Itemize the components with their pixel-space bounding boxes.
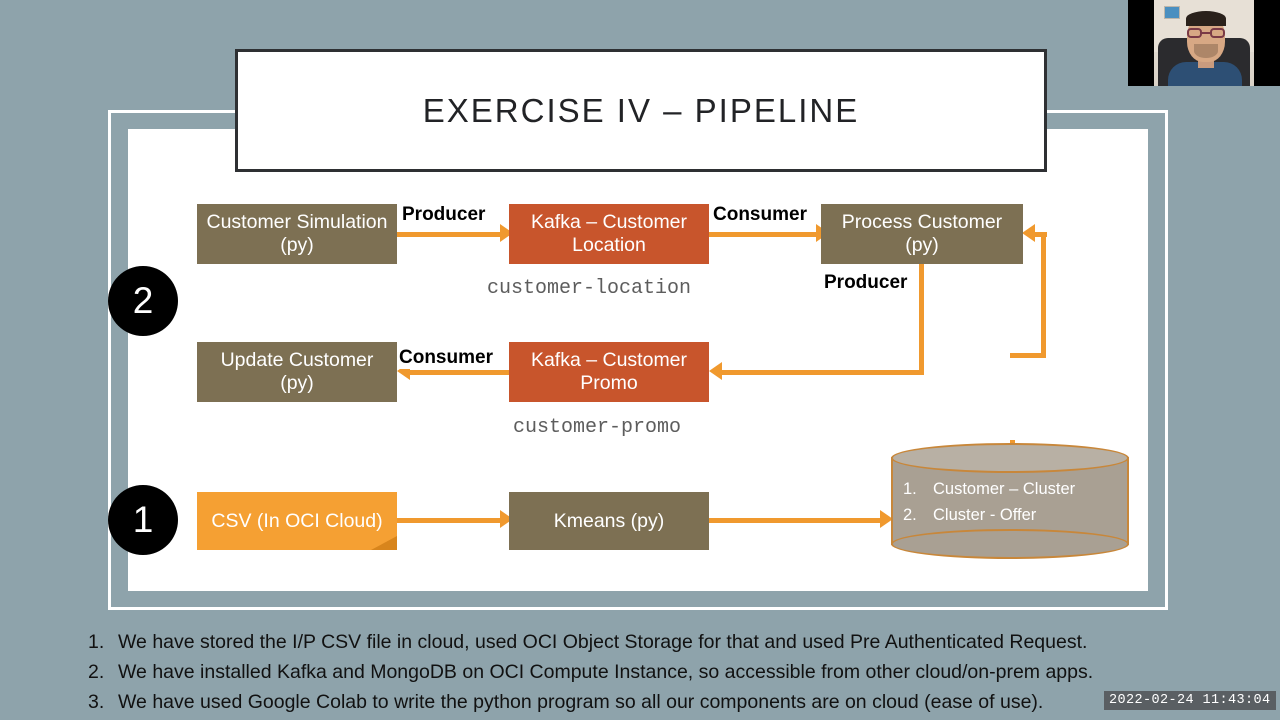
connector-process-to-kafka-promo bbox=[722, 370, 924, 375]
connector-kafka-promo-to-update bbox=[410, 370, 510, 375]
page-title: EXERCISE IV – PIPELINE bbox=[422, 91, 860, 129]
connector-label-producer-1: Producer bbox=[401, 204, 487, 226]
list-item: 3. We have used Google Colab to write th… bbox=[88, 687, 1268, 717]
list-item-number: 2. bbox=[88, 661, 105, 684]
list-item-text: We have used Google Colab to write the p… bbox=[118, 691, 1044, 714]
connector-db-to-process bbox=[1035, 232, 1047, 237]
glasses-icon bbox=[1186, 28, 1226, 38]
webcam-person-hair bbox=[1186, 11, 1226, 26]
node-kafka-customer-location-label: Kafka – Customer Location bbox=[530, 211, 688, 256]
connector-process-down bbox=[919, 263, 924, 375]
webcam-person-beard bbox=[1194, 44, 1218, 58]
connector-csv-to-kmeans bbox=[397, 518, 503, 523]
list-item: 2. We have installed Kafka and MongoDB o… bbox=[88, 657, 1268, 687]
list-item: 2. Cluster - Offer bbox=[891, 503, 1129, 529]
webcam-video-feed[interactable] bbox=[1128, 0, 1280, 86]
list-item-number: 1. bbox=[88, 631, 105, 653]
notes-list: 1. We have stored the I/P CSV file in cl… bbox=[88, 627, 1268, 718]
webcam-scene bbox=[1154, 0, 1254, 86]
list-item-text: We have stored the I/P CSV file in cloud… bbox=[118, 631, 1088, 653]
step-badge-2: 2 bbox=[108, 266, 178, 336]
topic-label-customer-promo: customer-promo bbox=[513, 416, 682, 439]
list-item-label: Customer – Cluster bbox=[933, 480, 1076, 498]
step-badge-1-label: 1 bbox=[132, 499, 154, 540]
slide-title-box: EXERCISE IV – PIPELINE bbox=[235, 49, 1047, 172]
node-customer-simulation-label: Customer Simulation (py) bbox=[206, 211, 388, 256]
database-collection-list: 1. Customer – Cluster 2. Cluster - Offer bbox=[891, 477, 1129, 528]
list-item: 1. Customer – Cluster bbox=[891, 477, 1129, 503]
step-badge-1: 1 bbox=[108, 485, 178, 555]
connector-sim-to-kafka-location bbox=[397, 232, 503, 237]
list-item-number: 3. bbox=[88, 691, 105, 714]
list-item-number: 2. bbox=[903, 505, 917, 524]
node-kmeans-label: Kmeans (py) bbox=[553, 509, 665, 532]
webcam-monitor-icon bbox=[1164, 6, 1180, 19]
arrowhead-process-to-kafka-promo bbox=[709, 362, 722, 380]
node-kafka-customer-promo[interactable]: Kafka – Customer Promo bbox=[509, 342, 709, 402]
list-item: 1. We have stored the I/P CSV file in cl… bbox=[88, 627, 1268, 657]
connector-label-producer-2: Producer bbox=[823, 272, 909, 294]
node-update-customer[interactable]: Update Customer (py) bbox=[197, 342, 397, 402]
node-process-customer-label: Process Customer (py) bbox=[841, 211, 1003, 256]
topic-label-customer-location: customer-location bbox=[487, 277, 692, 300]
timestamp-overlay: 2022-02-24 11:43:04 bbox=[1104, 691, 1276, 710]
connector-label-consumer-1: Consumer bbox=[712, 204, 808, 226]
list-item-label: Cluster - Offer bbox=[933, 505, 1037, 524]
glasses-right-lens bbox=[1210, 28, 1225, 38]
connector-kmeans-to-database bbox=[709, 518, 884, 523]
node-customer-simulation[interactable]: Customer Simulation (py) bbox=[197, 204, 397, 264]
database-bottom-ellipse bbox=[891, 529, 1129, 559]
connector-label-consumer-2: Consumer bbox=[398, 347, 494, 369]
arrowhead-db-to-process bbox=[1022, 224, 1035, 242]
node-kmeans[interactable]: Kmeans (py) bbox=[509, 492, 709, 550]
step-badge-2-label: 2 bbox=[132, 280, 154, 321]
database-top-ellipse bbox=[891, 443, 1129, 473]
node-process-customer[interactable]: Process Customer (py) bbox=[821, 204, 1023, 264]
node-update-customer-label: Update Customer (py) bbox=[220, 349, 374, 394]
glasses-left-lens bbox=[1187, 28, 1202, 38]
glasses-bridge bbox=[1202, 32, 1210, 34]
list-item-number: 1. bbox=[903, 480, 917, 498]
connector-db-riser bbox=[1041, 232, 1046, 356]
node-kafka-customer-location[interactable]: Kafka – Customer Location bbox=[509, 204, 709, 264]
database-cylinder[interactable]: 1. Customer – Cluster 2. Cluster - Offer bbox=[891, 443, 1129, 559]
node-kafka-customer-promo-label: Kafka – Customer Promo bbox=[530, 349, 688, 394]
node-csv-in-oci-cloud[interactable]: CSV (In OCI Cloud) bbox=[197, 492, 397, 550]
node-csv-in-oci-cloud-label: CSV (In OCI Cloud) bbox=[211, 509, 383, 532]
list-item-text: We have installed Kafka and MongoDB on O… bbox=[118, 661, 1094, 684]
connector-kafka-location-to-process bbox=[709, 232, 819, 237]
